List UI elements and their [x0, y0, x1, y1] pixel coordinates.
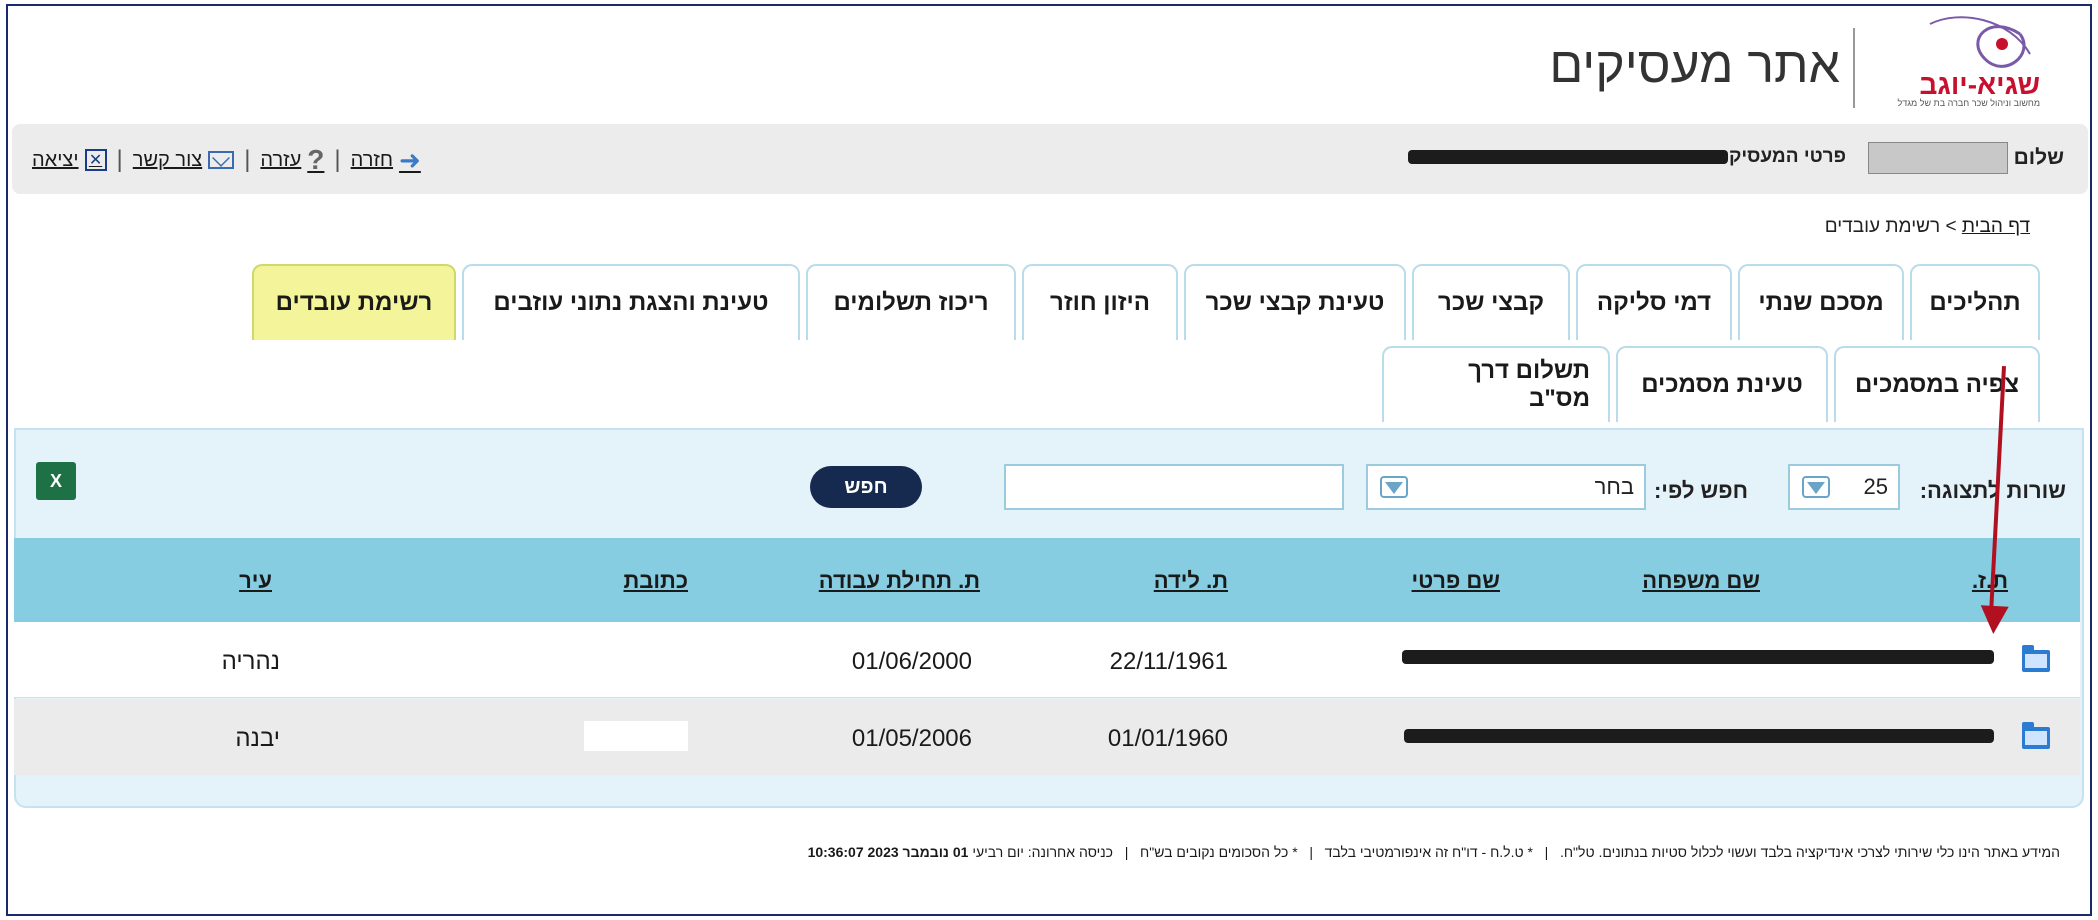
top-bar: שלום פרטי המעסיק ✕ יציאה | צור קשר | ? ע… — [12, 124, 2088, 194]
column-header-start-date[interactable]: ת. תחילת עבודה — [819, 568, 980, 594]
rows-per-page-label: שורות לתצוגה: — [1919, 478, 2066, 503]
tab-masav-payment[interactable]: תשלום דרך מס"ב — [1382, 346, 1610, 422]
folder-icon[interactable] — [2022, 645, 2050, 672]
chevron-down-icon — [1380, 476, 1408, 498]
column-header-first-name[interactable]: שם פרטי — [1412, 568, 1500, 594]
tab-load-documents[interactable]: טעינת מסמכים — [1616, 346, 1828, 422]
breadcrumb-separator: > — [1945, 216, 1957, 237]
breadcrumb-current: רשימת עובדים — [1824, 216, 1941, 237]
footer-note-informative: * ט.ל.ח - דו"ח זה אינפורמטיבי בלבד — [1324, 844, 1533, 860]
question-mark-icon: ? — [307, 144, 325, 175]
contact-link[interactable]: צור קשר — [132, 148, 235, 172]
start-date-cell: 01/05/2006 — [851, 725, 972, 752]
back-label: חזרה — [350, 148, 394, 171]
address-redacted — [584, 721, 688, 751]
link-separator: | — [116, 146, 123, 173]
exit-link[interactable]: ✕ יציאה — [32, 149, 107, 172]
column-header-birth-date[interactable]: ת. לידה — [1154, 568, 1228, 594]
column-header-address[interactable]: כתובת — [624, 568, 688, 594]
annotation-arrow-head-icon — [1979, 605, 2009, 635]
chevron-down-icon — [1802, 476, 1830, 498]
search-by-label: חפש לפי: — [1653, 478, 1748, 503]
top-links: ✕ יציאה | צור קשר | ? עזרה | ➜ חזרה — [32, 144, 421, 176]
search-by-select[interactable]: בחר — [1366, 464, 1646, 510]
company-logo[interactable]: שגיא-יוגב מחשוב וניהול שכר חברה בת של מג… — [1870, 14, 2050, 114]
employer-name-redacted — [1408, 150, 1728, 164]
arrow-right-icon: ➜ — [399, 144, 421, 175]
page-frame: אתר מעסיקים שגיא-יוגב מחשוב וניהול שכר ח… — [6, 4, 2092, 916]
table-row[interactable]: 22/11/1961 01/06/2000 נהריה — [14, 622, 2080, 698]
search-by-value: בחר — [1594, 474, 1634, 499]
folder-icon[interactable] — [2022, 722, 2050, 749]
column-header-last-name[interactable]: שם משפחה — [1642, 568, 1760, 594]
tab-employee-list[interactable]: רשימת עובדים — [252, 264, 456, 340]
search-input[interactable] — [1004, 464, 1344, 510]
table-header: ת.ז. שם משפחה שם פרטי ת. לידה ת. תחילת ע… — [14, 538, 2080, 622]
excel-export-icon[interactable]: X — [36, 462, 76, 500]
breadcrumb-home-link[interactable]: דף הבית — [1962, 216, 2030, 237]
tab-load-payroll-files[interactable]: טעינת קבצי שכר — [1184, 264, 1406, 340]
help-label: עזרה — [260, 148, 302, 171]
search-button[interactable]: חפש — [810, 466, 922, 508]
title-divider — [1853, 28, 1855, 108]
tab-processes[interactable]: תהליכים — [1910, 264, 2040, 340]
tab-leavers-data[interactable]: טעינת והצגת נתוני עוזבים — [462, 264, 800, 340]
greeting-label: שלום — [2013, 146, 2064, 169]
envelope-icon — [208, 151, 235, 169]
last-login-value: 01 נובמבר 2023 10:36:07 — [807, 844, 969, 860]
last-login-label: כניסה אחרונה: יום רביעי — [972, 844, 1114, 860]
tab-payments-summary[interactable]: ריכוז תשלומים — [806, 264, 1016, 340]
footer-note-currency: * כל הסכומים נקובים בש"ח — [1140, 844, 1298, 860]
tab-clearing-fees[interactable]: דמי סליקה — [1576, 264, 1732, 340]
start-date-cell: 01/06/2000 — [851, 648, 972, 675]
link-separator: | — [334, 146, 341, 173]
birth-date-cell: 22/11/1961 — [1109, 648, 1228, 675]
birth-date-cell: 01/01/1960 — [1107, 725, 1228, 752]
secondary-tabs: תשלום דרך מס"ב טעינת מסמכים צפיה במסמכים — [1382, 346, 2040, 422]
employee-identity-redacted — [1404, 729, 1994, 743]
column-header-city[interactable]: עיר — [239, 568, 272, 594]
tab-annual-summary[interactable]: מסכם שנתי — [1738, 264, 1904, 340]
city-cell: יבנה — [235, 725, 280, 752]
table-row[interactable]: 01/01/1960 01/05/2006 יבנה — [14, 699, 2080, 775]
user-name-redacted — [1868, 142, 2008, 174]
back-link[interactable]: ➜ חזרה — [351, 145, 421, 176]
logo-subtitle: מחשוב וניהול שכר חברה בת של מגדל — [1897, 98, 2040, 108]
logo-text: שגיא-יוגב — [1919, 69, 2040, 100]
help-link[interactable]: ? עזרה — [260, 144, 324, 176]
employee-identity-redacted — [1402, 650, 1994, 664]
breadcrumb: דף הבית > רשימת עובדים — [1825, 216, 2030, 238]
exit-label: יציאה — [32, 148, 79, 171]
contact-label: צור קשר — [132, 148, 203, 171]
tab-feedback[interactable]: היזון חוזר — [1022, 264, 1178, 340]
rows-per-page-select[interactable]: 25 — [1788, 464, 1900, 510]
rows-per-page-value: 25 — [1863, 474, 1888, 499]
footer-disclaimer: המידע באתר הינו כלי שירותי לצרכי אינדיקצ… — [1559, 844, 2060, 860]
tab-payroll-files[interactable]: קבצי שכר — [1412, 264, 1570, 340]
link-separator: | — [244, 146, 251, 173]
site-title: אתר מעסיקים — [1549, 37, 1840, 93]
close-box-icon: ✕ — [84, 149, 107, 171]
employer-details-label: פרטי המעסיק — [1728, 146, 1846, 167]
city-cell: נהריה — [221, 648, 280, 675]
main-tabs: רשימת עובדים טעינת והצגת נתוני עוזבים רי… — [252, 264, 2040, 340]
tab-view-documents[interactable]: צפיה במסמכים — [1834, 346, 2040, 422]
footer: המידע באתר הינו כלי שירותי לצרכי אינדיקצ… — [807, 844, 2060, 860]
address-redacted — [454, 644, 688, 674]
